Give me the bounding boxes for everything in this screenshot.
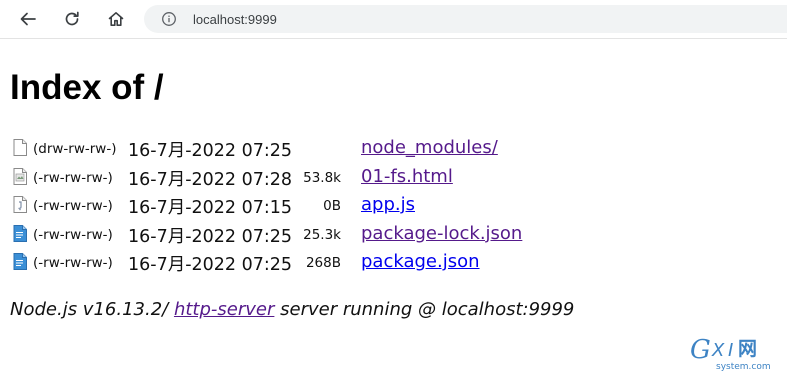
modified-date: 16-7月-2022 07:25: [128, 141, 293, 161]
file-link-app-js[interactable]: app.js: [361, 194, 415, 215]
url-text[interactable]: localhost:9999: [193, 12, 277, 27]
file-link-package-json[interactable]: package.json: [361, 251, 480, 272]
footer-prefix: Node.js v16.13.2/: [10, 299, 174, 320]
listing-row: (-rw-rw-rw-) 16-7月-2022 07:15 0B app.js: [0, 191, 787, 220]
file-link-package-lock-json[interactable]: package-lock.json: [361, 223, 522, 244]
home-icon: [108, 12, 124, 26]
modified-date: 16-7月-2022 07:25: [128, 226, 293, 247]
modified-date: 16-7月-2022 07:28: [128, 169, 293, 190]
svg-text:G: G: [690, 335, 711, 365]
footer-suffix: server running @ localhost:9999: [274, 299, 575, 320]
directory-listing: (drw-rw-rw-) 16-7月-2022 07:25 node_modul…: [0, 134, 787, 277]
server-footer: Node.js v16.13.2/ http-server server run…: [10, 299, 574, 320]
reload-icon: [65, 11, 79, 26]
back-button[interactable]: [13, 4, 43, 34]
address-bar[interactable]: localhost:9999: [144, 5, 787, 33]
modified-date: 16-7月-2022 07:15: [128, 198, 293, 218]
file-size: 25.3k: [303, 226, 341, 243]
listing-row: (-rw-rw-rw-) 16-7月-2022 07:28 53.8k 01-f…: [0, 163, 787, 192]
home-button[interactable]: [101, 4, 131, 34]
permissions: (-rw-rw-rw-): [33, 198, 113, 214]
listing-row: (-rw-rw-rw-) 16-7月-2022 07:25 268B packa…: [0, 248, 787, 277]
svg-text:网: 网: [738, 338, 757, 360]
svg-text:X: X: [711, 340, 725, 361]
permissions: (-rw-rw-rw-): [33, 226, 113, 243]
folder-file-icon: [13, 139, 27, 156]
listing-row: (-rw-rw-rw-) 16-7月-2022 07:25 25.3k pack…: [0, 220, 787, 249]
permissions: (-rw-rw-rw-): [33, 169, 113, 186]
js-file-icon: [13, 196, 27, 213]
file-link-node-modules[interactable]: node_modules/: [361, 137, 498, 158]
json-file-icon: [13, 224, 27, 242]
page-title: Index of /: [10, 68, 164, 107]
reload-button[interactable]: [57, 4, 87, 34]
listing-row: (drw-rw-rw-) 16-7月-2022 07:25 node_modul…: [0, 134, 787, 163]
gxi-watermark-logo: G X I 网 system.com: [690, 335, 771, 372]
file-size: 0B: [323, 198, 341, 214]
svg-text:I: I: [728, 340, 733, 361]
svg-text:system.com: system.com: [716, 362, 771, 372]
file-link-01-fs-html[interactable]: 01-fs.html: [361, 166, 453, 187]
browser-toolbar: localhost:9999: [0, 0, 787, 39]
file-size: 268B: [305, 255, 341, 271]
arrow-left-icon: [20, 12, 36, 26]
info-icon[interactable]: [161, 11, 177, 27]
json-file-icon: [13, 253, 27, 270]
html-file-icon: [13, 167, 27, 185]
permissions: (-rw-rw-rw-): [33, 255, 113, 271]
http-server-link[interactable]: http-server: [174, 299, 274, 320]
modified-date: 16-7月-2022 07:25: [128, 255, 293, 275]
permissions: (drw-rw-rw-): [33, 141, 117, 157]
file-size: 53.8k: [303, 169, 341, 186]
